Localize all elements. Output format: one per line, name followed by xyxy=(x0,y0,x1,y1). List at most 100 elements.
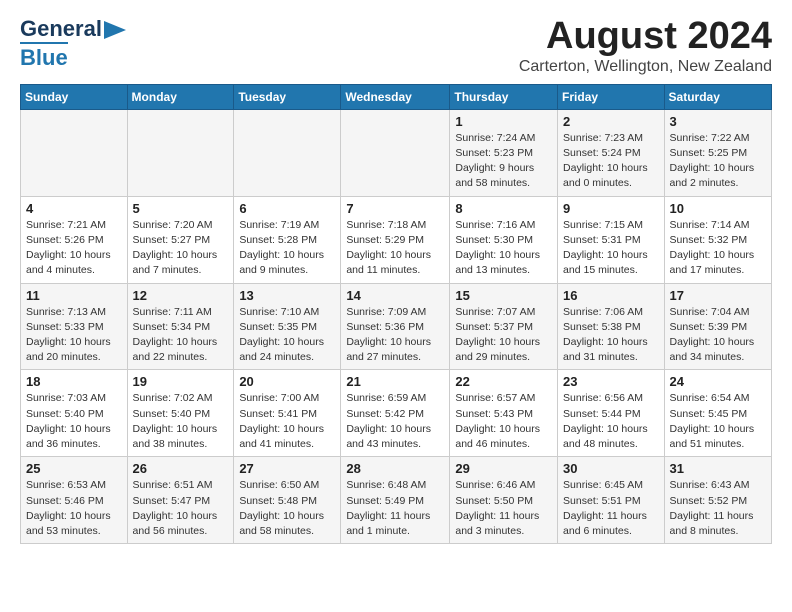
day-number: 23 xyxy=(563,374,659,389)
day-number: 4 xyxy=(26,201,122,216)
calendar-cell xyxy=(234,109,341,196)
calendar-cell: 30 Sunrise: 6:45 AM Sunset: 5:51 PM Dayli… xyxy=(558,457,665,544)
calendar-cell: 16 Sunrise: 7:06 AM Sunset: 5:38 PM Dayli… xyxy=(558,283,665,370)
calendar-cell: 18 Sunrise: 7:03 AM Sunset: 5:40 PM Dayli… xyxy=(21,370,128,457)
day-info: Sunrise: 7:22 AM Sunset: 5:25 PM Dayligh… xyxy=(670,131,766,192)
calendar-week-row: 1 Sunrise: 7:24 AM Sunset: 5:23 PM Daylig… xyxy=(21,109,772,196)
calendar-cell: 13 Sunrise: 7:10 AM Sunset: 5:35 PM Dayli… xyxy=(234,283,341,370)
calendar-table: SundayMondayTuesdayWednesdayThursdayFrid… xyxy=(20,84,772,544)
page-title: August 2024 xyxy=(519,16,772,58)
calendar-cell: 17Sunrise: 7:04 AM Sunset: 5:39 PM Dayli… xyxy=(664,283,771,370)
day-info: Sunrise: 7:11 AM Sunset: 5:34 PM Dayligh… xyxy=(133,305,229,366)
day-info: Sunrise: 7:03 AM Sunset: 5:40 PM Dayligh… xyxy=(26,391,122,452)
day-number: 22 xyxy=(455,374,552,389)
calendar-cell: 12 Sunrise: 7:11 AM Sunset: 5:34 PM Dayli… xyxy=(127,283,234,370)
day-info: Sunrise: 7:00 AM Sunset: 5:41 PM Dayligh… xyxy=(239,391,335,452)
calendar-cell: 10 Sunrise: 7:14 AM Sunset: 5:32 PM Dayli… xyxy=(664,196,771,283)
day-number: 11 xyxy=(26,288,122,303)
calendar-week-row: 25Sunrise: 6:53 AM Sunset: 5:46 PM Dayli… xyxy=(21,457,772,544)
day-info: Sunrise: 7:20 AM Sunset: 5:27 PM Dayligh… xyxy=(133,218,229,279)
day-number: 18 xyxy=(26,374,122,389)
day-info: Sunrise: 6:51 AM Sunset: 5:47 PM Dayligh… xyxy=(133,478,229,539)
day-info: Sunrise: 6:46 AM Sunset: 5:50 PM Dayligh… xyxy=(455,478,552,539)
calendar-header-friday: Friday xyxy=(558,84,665,109)
day-number: 8 xyxy=(455,201,552,216)
day-number: 3 xyxy=(670,114,766,129)
day-info: Sunrise: 7:10 AM Sunset: 5:35 PM Dayligh… xyxy=(239,305,335,366)
calendar-cell: 26 Sunrise: 6:51 AM Sunset: 5:47 PM Dayli… xyxy=(127,457,234,544)
day-number: 30 xyxy=(563,461,659,476)
day-number: 1 xyxy=(455,114,552,129)
calendar-cell: 21Sunrise: 6:59 AM Sunset: 5:42 PM Dayli… xyxy=(341,370,450,457)
day-info: Sunrise: 7:14 AM Sunset: 5:32 PM Dayligh… xyxy=(670,218,766,279)
day-info: Sunrise: 7:02 AM Sunset: 5:40 PM Dayligh… xyxy=(133,391,229,452)
day-info: Sunrise: 7:18 AM Sunset: 5:29 PM Dayligh… xyxy=(346,218,444,279)
day-info: Sunrise: 6:56 AM Sunset: 5:44 PM Dayligh… xyxy=(563,391,659,452)
day-number: 13 xyxy=(239,288,335,303)
day-info: Sunrise: 6:45 AM Sunset: 5:51 PM Dayligh… xyxy=(563,478,659,539)
logo-text-blue: Blue xyxy=(20,42,68,71)
calendar-cell: 27Sunrise: 6:50 AM Sunset: 5:48 PM Dayli… xyxy=(234,457,341,544)
day-info: Sunrise: 7:16 AM Sunset: 5:30 PM Dayligh… xyxy=(455,218,552,279)
calendar-cell: 3 Sunrise: 7:22 AM Sunset: 5:25 PM Daylig… xyxy=(664,109,771,196)
calendar-header-monday: Monday xyxy=(127,84,234,109)
calendar-cell: 20 Sunrise: 7:00 AM Sunset: 5:41 PM Dayli… xyxy=(234,370,341,457)
day-info: Sunrise: 6:43 AM Sunset: 5:52 PM Dayligh… xyxy=(670,478,766,539)
day-number: 14 xyxy=(346,288,444,303)
calendar-header-thursday: Thursday xyxy=(450,84,558,109)
day-info: Sunrise: 7:15 AM Sunset: 5:31 PM Dayligh… xyxy=(563,218,659,279)
calendar-header-wednesday: Wednesday xyxy=(341,84,450,109)
day-number: 16 xyxy=(563,288,659,303)
day-info: Sunrise: 7:19 AM Sunset: 5:28 PM Dayligh… xyxy=(239,218,335,279)
day-info: Sunrise: 6:54 AM Sunset: 5:45 PM Dayligh… xyxy=(670,391,766,452)
calendar-cell: 24 Sunrise: 6:54 AM Sunset: 5:45 PM Dayli… xyxy=(664,370,771,457)
calendar-cell xyxy=(127,109,234,196)
day-number: 26 xyxy=(133,461,229,476)
day-info: Sunrise: 7:06 AM Sunset: 5:38 PM Dayligh… xyxy=(563,305,659,366)
title-block: August 2024 Carterton, Wellington, New Z… xyxy=(519,16,772,76)
day-number: 24 xyxy=(670,374,766,389)
calendar-header-sunday: Sunday xyxy=(21,84,128,109)
calendar-cell: 28 Sunrise: 6:48 AM Sunset: 5:49 PM Dayli… xyxy=(341,457,450,544)
calendar-week-row: 18 Sunrise: 7:03 AM Sunset: 5:40 PM Dayli… xyxy=(21,370,772,457)
day-info: Sunrise: 6:57 AM Sunset: 5:43 PM Dayligh… xyxy=(455,391,552,452)
calendar-cell: 15Sunrise: 7:07 AM Sunset: 5:37 PM Dayli… xyxy=(450,283,558,370)
page-header: General Blue August 2024 Carterton, Well… xyxy=(20,16,772,76)
calendar-cell: 1 Sunrise: 7:24 AM Sunset: 5:23 PM Daylig… xyxy=(450,109,558,196)
day-number: 20 xyxy=(239,374,335,389)
calendar-cell: 22 Sunrise: 6:57 AM Sunset: 5:43 PM Dayli… xyxy=(450,370,558,457)
calendar-cell: 23 Sunrise: 6:56 AM Sunset: 5:44 PM Dayli… xyxy=(558,370,665,457)
day-info: Sunrise: 7:21 AM Sunset: 5:26 PM Dayligh… xyxy=(26,218,122,279)
calendar-cell: 31Sunrise: 6:43 AM Sunset: 5:52 PM Dayli… xyxy=(664,457,771,544)
day-info: Sunrise: 7:07 AM Sunset: 5:37 PM Dayligh… xyxy=(455,305,552,366)
calendar-cell: 6 Sunrise: 7:19 AM Sunset: 5:28 PM Daylig… xyxy=(234,196,341,283)
calendar-cell: 11 Sunrise: 7:13 AM Sunset: 5:33 PM Dayli… xyxy=(21,283,128,370)
calendar-cell: 14Sunrise: 7:09 AM Sunset: 5:36 PM Dayli… xyxy=(341,283,450,370)
calendar-cell xyxy=(341,109,450,196)
calendar-cell: 29 Sunrise: 6:46 AM Sunset: 5:50 PM Dayli… xyxy=(450,457,558,544)
day-info: Sunrise: 7:13 AM Sunset: 5:33 PM Dayligh… xyxy=(26,305,122,366)
day-number: 12 xyxy=(133,288,229,303)
calendar-week-row: 11 Sunrise: 7:13 AM Sunset: 5:33 PM Dayli… xyxy=(21,283,772,370)
day-number: 17 xyxy=(670,288,766,303)
day-number: 28 xyxy=(346,461,444,476)
day-number: 6 xyxy=(239,201,335,216)
day-number: 29 xyxy=(455,461,552,476)
day-number: 10 xyxy=(670,201,766,216)
day-number: 7 xyxy=(346,201,444,216)
calendar-cell xyxy=(21,109,128,196)
day-info: Sunrise: 7:23 AM Sunset: 5:24 PM Dayligh… xyxy=(563,131,659,192)
calendar-cell: 8 Sunrise: 7:16 AM Sunset: 5:30 PM Daylig… xyxy=(450,196,558,283)
day-info: Sunrise: 6:53 AM Sunset: 5:46 PM Dayligh… xyxy=(26,478,122,539)
day-number: 2 xyxy=(563,114,659,129)
logo-arrow-icon xyxy=(104,21,126,39)
page-subtitle: Carterton, Wellington, New Zealand xyxy=(519,58,772,76)
day-number: 9 xyxy=(563,201,659,216)
day-info: Sunrise: 6:50 AM Sunset: 5:48 PM Dayligh… xyxy=(239,478,335,539)
day-info: Sunrise: 6:59 AM Sunset: 5:42 PM Dayligh… xyxy=(346,391,444,452)
calendar-week-row: 4 Sunrise: 7:21 AM Sunset: 5:26 PM Daylig… xyxy=(21,196,772,283)
day-info: Sunrise: 7:24 AM Sunset: 5:23 PM Dayligh… xyxy=(455,131,552,192)
day-info: Sunrise: 6:48 AM Sunset: 5:49 PM Dayligh… xyxy=(346,478,444,539)
calendar-cell: 9 Sunrise: 7:15 AM Sunset: 5:31 PM Daylig… xyxy=(558,196,665,283)
logo: General Blue xyxy=(20,16,126,71)
